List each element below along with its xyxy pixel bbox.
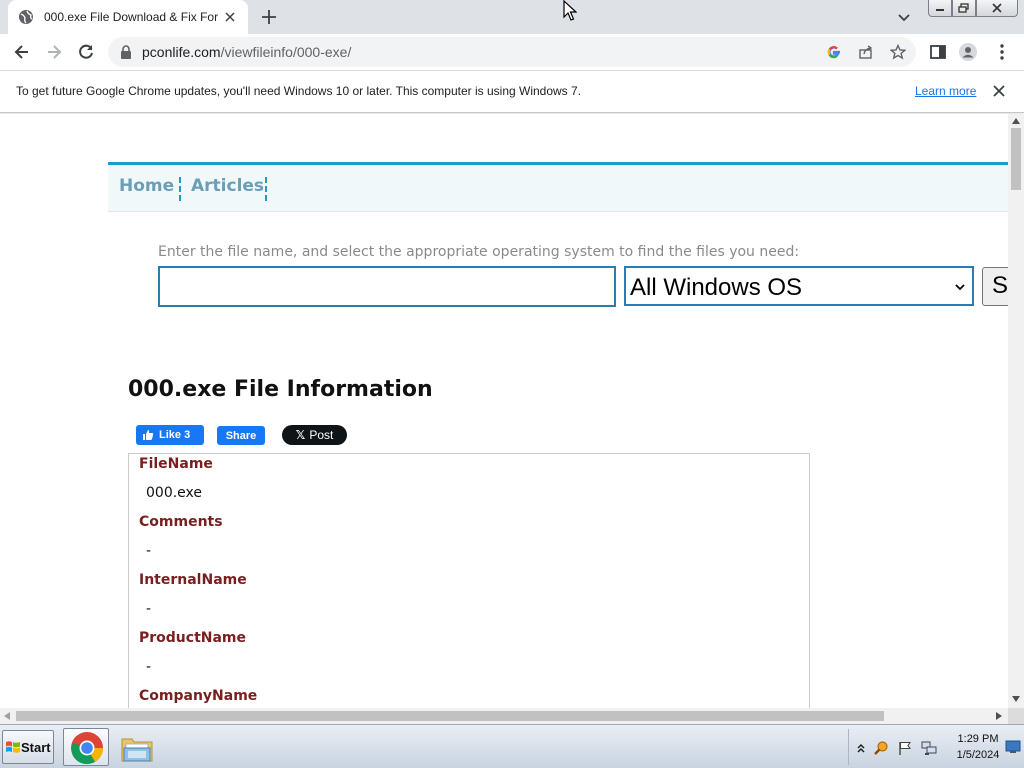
- system-tray: 1:29 PM 1/5/2024: [848, 729, 1024, 765]
- fileinfo-value: -: [146, 601, 152, 617]
- flag-icon[interactable]: [897, 740, 913, 756]
- start-button[interactable]: Start: [2, 730, 54, 764]
- nav-separator: [265, 177, 267, 201]
- taskbar-explorer-button[interactable]: [114, 728, 160, 766]
- show-desktop-icon[interactable]: [1005, 739, 1021, 755]
- fileinfo-value: -: [146, 543, 152, 559]
- page-viewport: Home Articles Enter the file name, and s…: [0, 114, 1008, 708]
- learn-more-link[interactable]: Learn more: [915, 84, 976, 98]
- nav-separator: [179, 177, 181, 201]
- browser-toolbar: pconlife.com/viewfileinfo/000-exe/: [0, 34, 1024, 71]
- scrollbar-corner: [1008, 708, 1024, 724]
- like-label: Like 3: [159, 429, 191, 441]
- site-nav: Home Articles: [108, 162, 1008, 212]
- address-bar[interactable]: pconlife.com/viewfileinfo/000-exe/: [108, 37, 916, 67]
- minimize-button[interactable]: [928, 0, 952, 17]
- tab-title: 000.exe File Download & Fix For All: [44, 10, 220, 24]
- windows-logo-icon: [6, 741, 20, 753]
- file-info-table: FileName 000.exe Comments - InternalName…: [128, 453, 810, 708]
- clock-date[interactable]: 1/5/2024: [953, 749, 1003, 761]
- x-post-button[interactable]: 𝕏 Post: [282, 425, 347, 445]
- horizontal-scrollbar[interactable]: [0, 708, 1008, 724]
- network-icon[interactable]: [921, 740, 937, 756]
- facebook-like-button[interactable]: Like 3: [136, 425, 204, 445]
- tab-strip: 000.exe File Download & Fix For All: [0, 0, 1024, 34]
- clock-time[interactable]: 1:29 PM: [953, 733, 1003, 745]
- infobar-message: To get future Google Chrome updates, you…: [16, 84, 582, 98]
- minimize-icon: [936, 9, 944, 11]
- post-label: Post: [309, 428, 334, 442]
- share-icon[interactable]: [858, 44, 874, 60]
- fileinfo-label: FileName: [139, 456, 213, 472]
- restore-icon: [958, 3, 969, 13]
- vertical-scroll-thumb[interactable]: [1011, 128, 1021, 190]
- search-button[interactable]: S: [982, 267, 1008, 306]
- forward-icon[interactable]: [44, 42, 64, 62]
- scroll-down-icon[interactable]: [1012, 696, 1020, 702]
- close-icon: [992, 3, 1002, 13]
- update-infobar: To get future Google Chrome updates, you…: [0, 71, 1024, 113]
- url-text: pconlife.com/viewfileinfo/000-exe/: [142, 44, 351, 60]
- thumbs-up-icon: [143, 430, 154, 440]
- start-label: Start: [21, 739, 51, 755]
- explorer-icon: [121, 738, 153, 762]
- page-title: 000.exe File Information: [128, 377, 433, 402]
- taskbar-chrome-button[interactable]: [63, 728, 109, 766]
- fileinfo-label: ProductName: [139, 630, 247, 646]
- chevron-down-icon[interactable]: [896, 9, 912, 25]
- scroll-right-icon[interactable]: [996, 712, 1002, 720]
- chrome-icon: [71, 732, 104, 765]
- lock-icon[interactable]: [120, 45, 132, 59]
- nav-articles-link[interactable]: Articles: [191, 176, 264, 196]
- fileinfo-value: -: [146, 659, 152, 675]
- show-hidden-icons-icon[interactable]: [853, 740, 869, 756]
- url-path: /viewfileinfo/000-exe/: [220, 44, 352, 60]
- window-close-button[interactable]: [976, 0, 1018, 17]
- scroll-up-icon[interactable]: [1012, 118, 1020, 124]
- nav-home-link[interactable]: Home: [119, 176, 174, 196]
- x-logo-icon: 𝕏: [295, 428, 306, 442]
- google-icon[interactable]: [826, 44, 842, 60]
- fileinfo-value: 000.exe: [146, 485, 203, 501]
- restore-button[interactable]: [952, 0, 976, 17]
- close-icon[interactable]: [992, 84, 1006, 98]
- search-prompt: Enter the file name, and select the appr…: [158, 244, 800, 260]
- fileinfo-label: Comments: [139, 514, 223, 530]
- tab-close-icon[interactable]: [222, 9, 238, 25]
- vertical-scrollbar[interactable]: [1008, 114, 1024, 708]
- windows-taskbar: Start 1:29 PM 1/5/2024: [0, 724, 1024, 768]
- scroll-left-icon[interactable]: [4, 712, 10, 720]
- back-icon[interactable]: [12, 42, 32, 62]
- new-tab-icon[interactable]: [260, 8, 278, 26]
- fileinfo-label: InternalName: [139, 572, 247, 588]
- chevron-down-icon: [955, 284, 965, 291]
- globe-icon: [19, 10, 33, 24]
- profile-icon[interactable]: [958, 42, 978, 62]
- reload-icon[interactable]: [76, 42, 96, 62]
- url-domain: pconlife.com: [142, 44, 221, 60]
- file-search-input[interactable]: [158, 266, 616, 307]
- menu-icon[interactable]: [992, 42, 1012, 62]
- mouse-cursor-icon: [563, 0, 577, 21]
- browser-tab[interactable]: 000.exe File Download & Fix For All: [8, 0, 248, 34]
- os-select[interactable]: All Windows OS: [624, 266, 974, 306]
- star-icon[interactable]: [890, 44, 906, 60]
- search-icon[interactable]: [873, 740, 889, 756]
- side-panel-icon[interactable]: [928, 42, 948, 62]
- horizontal-scroll-thumb[interactable]: [16, 711, 884, 721]
- os-select-value: All Windows OS: [630, 274, 803, 301]
- facebook-share-button[interactable]: Share: [217, 426, 265, 445]
- fileinfo-label: CompanyName: [139, 688, 258, 704]
